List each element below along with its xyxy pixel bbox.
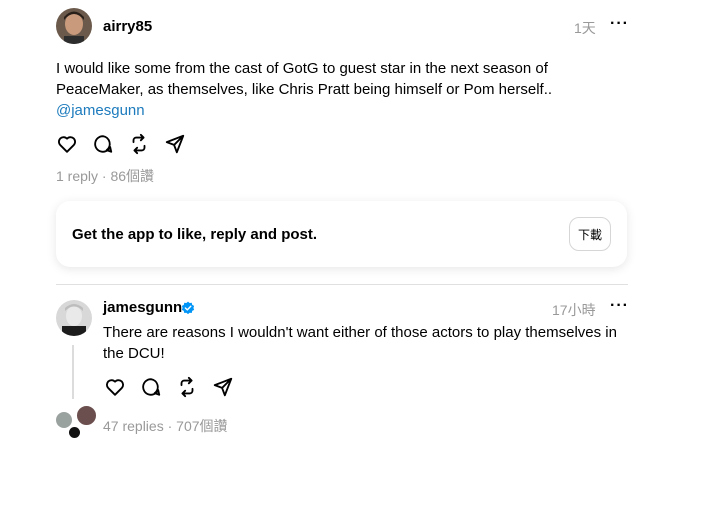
post1-more-button[interactable]: ··· (610, 15, 629, 33)
verified-badge-icon (181, 301, 195, 315)
download-button[interactable]: 下載 (569, 217, 611, 251)
get-app-card: Get the app to like, reply and post. 下載 (56, 201, 627, 267)
post1-reply-count[interactable]: 1 reply (56, 168, 98, 184)
post1-text-body: I would like some from the cast of GotG … (56, 60, 553, 98)
thread-line (72, 345, 74, 399)
replier-avatar-3[interactable] (69, 427, 80, 438)
avatar-jamesgunn[interactable] (56, 300, 92, 336)
post1-mention-link[interactable]: @jamesgunn (56, 102, 145, 119)
repost-icon[interactable] (175, 375, 199, 399)
post2-actions (103, 375, 235, 399)
avatar-airry85[interactable] (56, 8, 92, 44)
post1-like-count: 86個讚 (110, 168, 155, 184)
heart-icon[interactable] (103, 375, 127, 399)
post1-username[interactable]: airry85 (103, 18, 152, 35)
post1-stats: 1 reply · 86個讚 (56, 166, 154, 186)
post1-timestamp: 1天 (574, 20, 596, 36)
post1-text: I would like some from the cast of GotG … (56, 58, 576, 121)
repost-icon[interactable] (127, 132, 151, 156)
post2-timestamp: 17小時 (552, 302, 596, 318)
divider (56, 284, 628, 285)
share-icon[interactable] (211, 375, 235, 399)
post2-reply-count[interactable]: 47 replies (103, 418, 164, 434)
post2-like-count: 707個讚 (176, 418, 228, 434)
share-icon[interactable] (163, 132, 187, 156)
replier-avatar-2[interactable] (76, 405, 97, 426)
get-app-text: Get the app to like, reply and post. (72, 226, 318, 243)
post1-actions (55, 132, 187, 156)
heart-icon[interactable] (55, 132, 79, 156)
post2-stats-separator: · (167, 418, 173, 434)
comment-icon[interactable] (91, 132, 115, 156)
post2-username[interactable]: jamesgunn (103, 299, 182, 316)
post2-text: There are reasons I wouldn't want either… (103, 324, 617, 362)
replier-avatar-1[interactable] (56, 412, 72, 428)
post1-stats-separator: · (101, 168, 107, 184)
post2-stats: 47 replies · 707個讚 (103, 416, 228, 436)
comment-icon[interactable] (139, 375, 163, 399)
post2-more-button[interactable]: ··· (610, 297, 629, 315)
